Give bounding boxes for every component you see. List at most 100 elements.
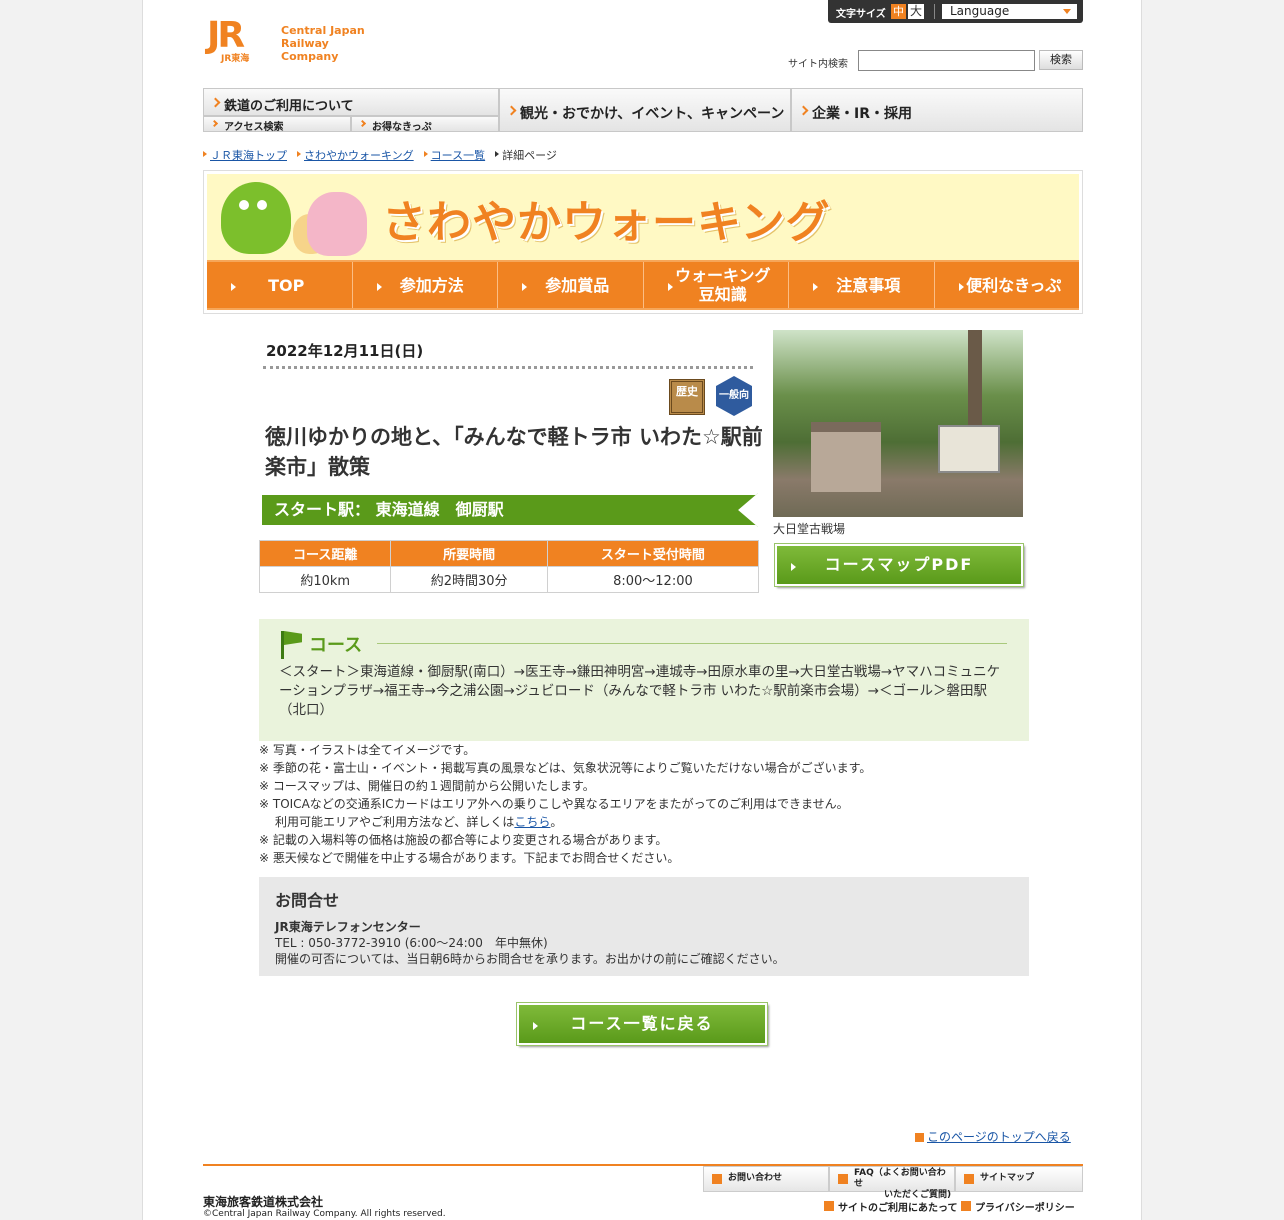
footer-privacy-label: プライバシーポリシー	[975, 1203, 1075, 1214]
arrow-right-icon	[964, 1174, 974, 1184]
company-name-en: Central Japan Railway Company	[281, 24, 387, 63]
table-row: 約10km 約2時間30分 8:00～12:00	[258, 566, 760, 593]
breadcrumb-course-list[interactable]: コース一覧	[423, 147, 485, 163]
course-map-pdf-button[interactable]: コースマップPDF	[774, 543, 1024, 587]
table-cell: 8:00～12:00	[546, 566, 760, 593]
note-item: ※ 悪天候などで開催を中止する場合があります。下記までお問合せください。	[259, 851, 680, 865]
rabbit-mascot-icon	[307, 192, 367, 256]
nav-corporate[interactable]: 企業・IR・採用	[791, 88, 1083, 132]
note-item: ※ TOICAなどの交通系ICカードはエリア外への乗りこしや異なるエリアをまたが…	[259, 797, 849, 811]
language-label: Language	[950, 4, 1010, 18]
footer-terms-link[interactable]: サイトのご利用にあたって	[824, 1199, 958, 1215]
footer-inquiry-button[interactable]: お問い合わせ	[703, 1166, 829, 1192]
back-to-top-link[interactable]: このページのトップへ戻る	[927, 1130, 1071, 1144]
footer-inquiry-label: お問い合わせ	[728, 1173, 783, 1183]
start-station: スタート駅： 東海道線 御厨駅	[260, 493, 758, 527]
table-cell: 約2時間30分	[390, 566, 548, 593]
info-sign	[938, 425, 1000, 473]
company-line1: Central Japan	[281, 24, 365, 37]
nav-tourism[interactable]: 観光・おでかけ、イベント、キャンペーン	[499, 88, 791, 132]
contact-box: お問合せ JR東海テレフォンセンター TEL : 050-3772-3910 (…	[259, 877, 1029, 976]
nav-railway[interactable]: 鉄道のご利用について	[203, 88, 499, 116]
course-map-label: コースマップPDF	[824, 555, 974, 574]
course-title: 徳川ゆかりの地と、「みんなで軽トラ市 いわた☆駅前楽市」散策	[265, 425, 763, 479]
divider	[934, 4, 935, 19]
nav-railway-label: 鉄道のご利用について	[224, 99, 354, 114]
breadcrumb-walking[interactable]: さわやかウォーキング	[297, 147, 414, 163]
footer-faq-button[interactable]: FAQ（よくお問い合わせ いただくご質問)	[829, 1166, 955, 1200]
flag-icon	[281, 631, 284, 659]
ic-card-details-link[interactable]: こちら	[514, 815, 550, 829]
contact-note: 開催の可否については、当日朝6時からお問合せを承ります。お出かけの前にご確認くだ…	[275, 952, 785, 966]
arrow-up-icon	[915, 1133, 924, 1142]
shrine-hut	[811, 422, 881, 492]
jr-central-logo[interactable]: JR JR東海 Central Japan Railway Company	[207, 15, 387, 65]
table-cell: 約10km	[258, 566, 392, 593]
walking-nav-prizes[interactable]: 参加賞品	[498, 262, 644, 308]
dotted-divider	[263, 366, 753, 369]
back-to-course-list-button[interactable]: コース一覧に戻る	[516, 1002, 768, 1046]
nav-tickets[interactable]: お得なきっぷ	[351, 116, 499, 133]
search-input[interactable]	[858, 50, 1035, 71]
chevron-right-icon	[210, 97, 221, 108]
table-header: 所要時間	[390, 540, 548, 567]
arrow-right-icon	[961, 1201, 971, 1211]
nav-access-label: アクセス検索	[224, 122, 284, 133]
logo-mark: JR	[207, 15, 245, 56]
back-button-label: コース一覧に戻る	[570, 1014, 714, 1033]
photo-caption: 大日堂古戦場	[773, 522, 846, 536]
walking-banner: さわやかウォーキング TOP 参加方法 参加賞品 ウォーキング 豆知識 注意事項…	[203, 170, 1083, 314]
breadcrumb-jr-top[interactable]: ＪＲ東海トップ	[203, 147, 287, 163]
course-heading: コース	[309, 635, 363, 656]
font-large-button[interactable]: 大	[908, 4, 924, 19]
contact-name: JR東海テレフォンセンター	[275, 920, 421, 934]
history-category-icon: 歴史	[669, 379, 705, 415]
note-text: 利用可能エリアやご利用方法など、詳しくは	[275, 815, 515, 829]
company-line2: Railway Company	[281, 37, 339, 63]
footer-sitemap-button[interactable]: サイトマップ	[955, 1166, 1083, 1192]
table-header-row: コース距離 所要時間 スタート受付時間	[258, 540, 760, 567]
walking-nav: TOP 参加方法 参加賞品 ウォーキング 豆知識 注意事項 便利なきっぷ	[207, 260, 1079, 310]
play-arrow-icon	[533, 1022, 538, 1030]
nav-tourism-label: 観光・おでかけ、イベント、キャンペーン	[520, 106, 785, 122]
copyright: ©Central Japan Railway Company. All righ…	[203, 1209, 446, 1219]
walking-nav-how-to-join[interactable]: 参加方法	[353, 262, 498, 308]
chevron-right-icon	[358, 119, 367, 128]
walking-nav-top[interactable]: TOP	[207, 262, 353, 308]
arrow-right-icon	[712, 1174, 722, 1184]
walking-nav-cautions[interactable]: 注意事項	[789, 262, 935, 308]
walking-nav-tips[interactable]: ウォーキング 豆知識	[644, 262, 789, 308]
note-item-sub: 利用可能エリアやご利用方法など、詳しくはこちら。	[259, 813, 871, 831]
back-to-top[interactable]: このページのトップへ戻る	[915, 1128, 1071, 1145]
footer-sitemap-label: サイトマップ	[980, 1173, 1035, 1183]
walking-nav-tickets[interactable]: 便利なきっぷ	[935, 262, 1080, 308]
language-select[interactable]: Language	[942, 4, 1077, 19]
font-medium-button[interactable]: 中	[891, 4, 906, 19]
footer-terms-label: サイトのご利用にあたって	[838, 1203, 958, 1214]
contact-tel: TEL : 050-3772-3910 (6:00～24:00 年中無休)	[275, 936, 548, 950]
event-date: 2022年12月11日(日)	[266, 342, 424, 360]
notes-list: ※ 写真・イラストは全てイメージです。 ※ 季節の花・富士山・イベント・掲載写真…	[259, 741, 871, 867]
chevron-right-icon	[798, 105, 809, 116]
general-level-icon: 一般向	[716, 376, 752, 416]
dropdown-arrow-icon	[1063, 9, 1071, 14]
font-size-label: 文字サイズ	[836, 9, 886, 20]
course-route: ＜スタート＞東海道線・御厨駅(南口）→医王寺→鎌田神明宮→連城寺→田原水車の里→…	[279, 664, 1001, 718]
chevron-right-icon	[210, 119, 219, 128]
search-button[interactable]: 検索	[1039, 50, 1083, 70]
note-item: ※ 記載の入場料等の価格は施設の都合等により変更される場合があります。	[259, 833, 668, 847]
breadcrumb-current: 詳細ページ	[495, 147, 557, 163]
chevron-right-icon	[506, 105, 517, 116]
footer-privacy-link[interactable]: プライバシーポリシー	[961, 1199, 1075, 1215]
nav-access-search[interactable]: アクセス検索	[203, 116, 351, 133]
tree-trunk	[968, 330, 982, 430]
table-header: スタート受付時間	[546, 540, 760, 567]
course-photo	[773, 330, 1023, 517]
font-size-bar: 文字サイズ 中 大 Language	[828, 0, 1083, 23]
search-label: サイト内検索	[788, 59, 848, 70]
arrow-right-icon	[838, 1174, 848, 1184]
contact-heading: お問合せ	[275, 891, 340, 910]
arrow-right-icon	[824, 1201, 834, 1211]
note-text: 。	[550, 815, 563, 829]
banner-header[interactable]: さわやかウォーキング	[207, 174, 1079, 260]
